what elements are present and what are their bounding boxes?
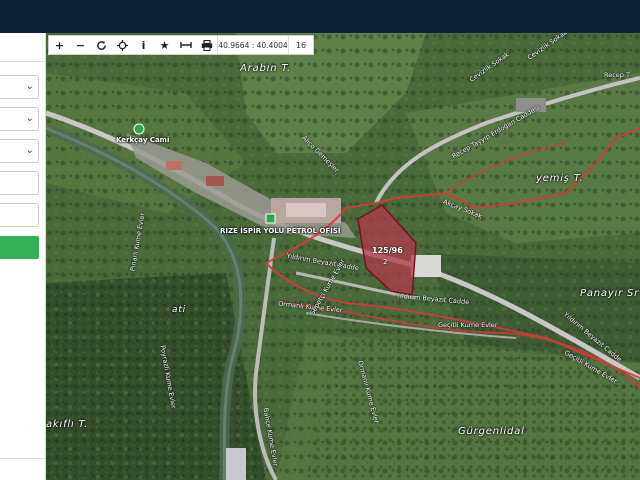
locate-icon[interactable] <box>112 36 133 54</box>
place-label-gurgenlidal: Gürgenlidal <box>458 426 525 437</box>
select-field-3[interactable]: ⌄ <box>0 139 39 163</box>
text-field-2[interactable] <box>0 203 39 227</box>
zoom-in-icon[interactable]: + <box>49 36 70 54</box>
star-icon[interactable]: ★ <box>154 36 175 54</box>
query-button[interactable] <box>0 236 39 259</box>
sidebar-divider <box>0 458 45 459</box>
place-label-ati: ati <box>172 305 186 315</box>
measure-icon[interactable] <box>175 36 196 54</box>
print-icon[interactable] <box>196 36 217 54</box>
poi-label-mosque: Kerkçay Cami <box>116 136 170 144</box>
place-label-panayir: Panayır Sr <box>580 288 640 299</box>
chevron-down-icon: ⌄ <box>25 81 34 92</box>
road-label: Geçitli Kume Evler <box>438 321 498 329</box>
chevron-down-icon: ⌄ <box>25 145 34 156</box>
parcel-sub-number: 2 <box>383 258 388 266</box>
map-toolbar: + − i ★ 40.9664 : 40.4004 16 <box>48 35 314 55</box>
sidebar-panel: ⌄ ⌄ ⌄ <box>0 33 46 480</box>
info-icon[interactable]: i <box>133 36 154 54</box>
place-label-arabin: Arabın T. <box>240 63 292 74</box>
chevron-down-icon: ⌄ <box>25 113 34 124</box>
text-field-1[interactable] <box>0 171 39 195</box>
place-label-yemis: yemiş T. <box>536 173 584 184</box>
top-navbar <box>0 0 640 33</box>
satellite-map[interactable]: Arabın T. yemiş T. Panayır Sr Gürgenlida… <box>46 33 640 480</box>
place-label-akifli: akıflı T. <box>46 419 89 430</box>
select-field-1[interactable]: ⌄ <box>0 75 39 99</box>
sidebar-divider <box>0 61 45 62</box>
zoom-out-icon[interactable]: − <box>70 36 91 54</box>
zoom-level: 16 <box>295 40 307 50</box>
refresh-icon[interactable] <box>91 36 112 54</box>
road-label: Recep T <box>604 71 630 79</box>
select-field-2[interactable]: ⌄ <box>0 107 39 131</box>
coordinates-readout: 40.9664 : 40.4004 <box>217 36 289 54</box>
parcel-number: 125/96 <box>372 246 403 255</box>
poi-label-fuel: RIZE İSPİR YOLU PETROL OFİSİ <box>220 227 341 235</box>
